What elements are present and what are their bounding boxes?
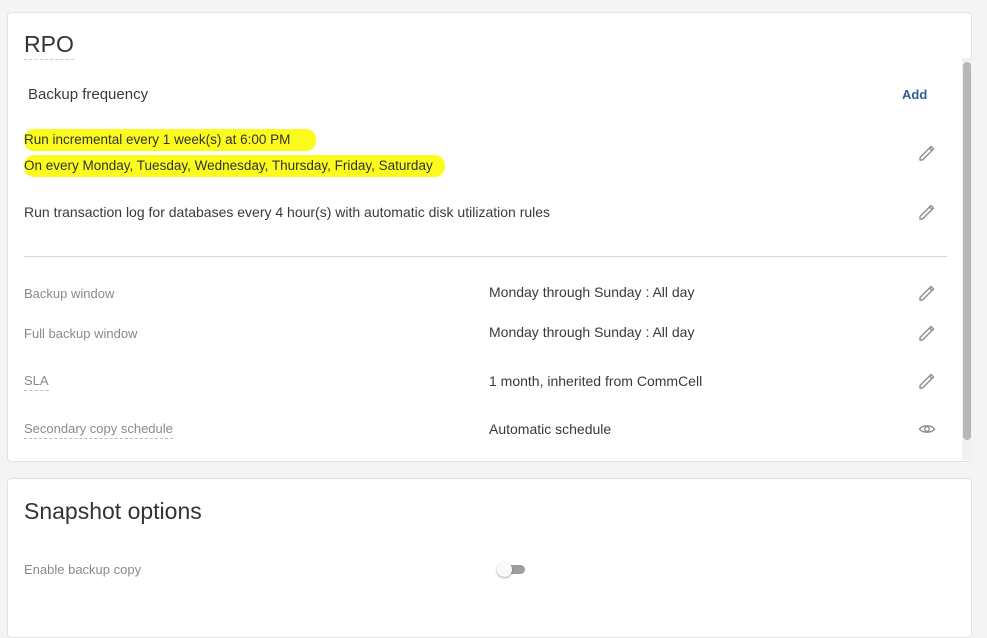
rpo-title: RPO [24,31,74,60]
edit-full-backup-window-pencil-icon[interactable] [917,323,937,343]
view-secondary-copy-eye-icon[interactable] [917,419,937,439]
sla-label[interactable]: SLA [24,372,49,391]
edit-incremental-pencil-icon[interactable] [917,143,937,163]
backup-window-value: Monday through Sunday : All day [489,284,695,300]
transaction-log-schedule: Run transaction log for databases every … [24,204,551,220]
sla-value: 1 month, inherited from CommCell [489,373,703,389]
secondary-copy-schedule-value: Automatic schedule [489,421,612,437]
rpo-card [7,12,972,462]
toggle-knob [497,562,512,577]
edit-sla-pencil-icon[interactable] [917,371,937,391]
backup-frequency-label: Backup frequency [28,86,149,103]
full-backup-window-value: Monday through Sunday : All day [489,324,695,340]
full-backup-window-label: Full backup window [24,326,138,341]
edit-transaction-log-pencil-icon[interactable] [917,202,937,222]
enable-backup-copy-toggle[interactable] [497,562,527,578]
section-divider [24,256,947,257]
enable-backup-copy-label: Enable backup copy [24,562,142,577]
rpo-scrollbar-thumb[interactable] [963,62,971,440]
schedule-line-2: On every Monday, Tuesday, Wednesday, Thu… [24,155,445,177]
add-schedule-link[interactable]: Add [902,87,927,102]
secondary-copy-schedule-label[interactable]: Secondary copy schedule [24,420,173,439]
edit-backup-window-pencil-icon[interactable] [917,283,937,303]
snapshot-options-title: Snapshot options [24,498,202,524]
schedule-line-1: Run incremental every 1 week(s) at 6:00 … [24,129,317,151]
backup-window-label: Backup window [24,286,115,301]
